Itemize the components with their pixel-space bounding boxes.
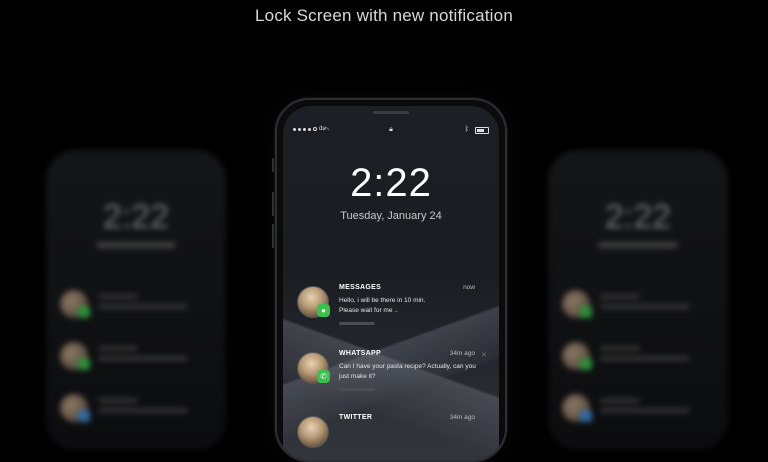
press-hint bbox=[339, 322, 375, 325]
blurred-date bbox=[598, 242, 678, 248]
page-headline: Lock Screen with new notification bbox=[255, 6, 513, 25]
notification-app: TWITTER bbox=[339, 414, 373, 421]
blurred-notification bbox=[60, 342, 210, 382]
bluetooth-icon: ᛒ bbox=[464, 126, 469, 133]
notification-twitter[interactable]: TWITTER 34m ago bbox=[297, 414, 487, 460]
blurred-time: 2:22 bbox=[604, 198, 672, 236]
lock-time: 2:22 bbox=[350, 161, 432, 205]
notification-app: MESSAGES bbox=[339, 284, 382, 291]
status-bar: du ◠ 🔒︎ ᛒ bbox=[293, 126, 489, 136]
avatar bbox=[297, 416, 329, 448]
blurred-notification bbox=[562, 342, 712, 382]
wifi-icon: ◠ bbox=[323, 127, 330, 134]
notification-app: WHATSAPP bbox=[339, 350, 381, 357]
phone-frame: du ◠ 🔒︎ ᛒ 2:22 Tuesday, January 24 ● MES… bbox=[275, 98, 507, 462]
blurred-notification bbox=[562, 290, 712, 330]
blurred-time: 2:22 bbox=[102, 198, 170, 236]
close-icon[interactable]: ✕ bbox=[481, 351, 487, 359]
lock-screen[interactable]: du ◠ 🔒︎ ᛒ 2:22 Tuesday, January 24 ● MES… bbox=[283, 106, 499, 460]
blurred-notification bbox=[60, 394, 210, 434]
whatsapp-phone-icon: ✆ bbox=[317, 370, 330, 383]
lock-date: Tuesday, January 24 bbox=[340, 210, 442, 222]
notification-time: 34m ago bbox=[449, 414, 475, 421]
press-hint bbox=[339, 388, 375, 391]
signal-indicator: du bbox=[293, 126, 326, 132]
notification-messages[interactable]: ● MESSAGES now Hello, i will be there in… bbox=[297, 284, 487, 344]
notification-whatsapp[interactable]: ✆ WHATSAPP 34m ago ✕ Can I have your pas… bbox=[297, 350, 487, 410]
battery-icon bbox=[475, 127, 489, 134]
notification-time: 34m ago bbox=[449, 350, 475, 357]
blurred-notification bbox=[60, 290, 210, 330]
blurred-phone-right: 2:22 bbox=[548, 150, 728, 450]
notification-time: now bbox=[463, 284, 475, 291]
speaker-grille bbox=[373, 111, 409, 114]
blurred-notification bbox=[562, 394, 712, 434]
lock-icon: 🔒︎ bbox=[389, 126, 393, 133]
blurred-date bbox=[96, 242, 176, 248]
message-bubble-icon: ● bbox=[317, 304, 330, 317]
blurred-phone-left: 2:22 bbox=[46, 150, 226, 450]
notification-message: Can I have your pasta recipe? Actually, … bbox=[339, 363, 476, 380]
notification-message: Hello, i will be there in 10 min. Please… bbox=[339, 297, 426, 314]
